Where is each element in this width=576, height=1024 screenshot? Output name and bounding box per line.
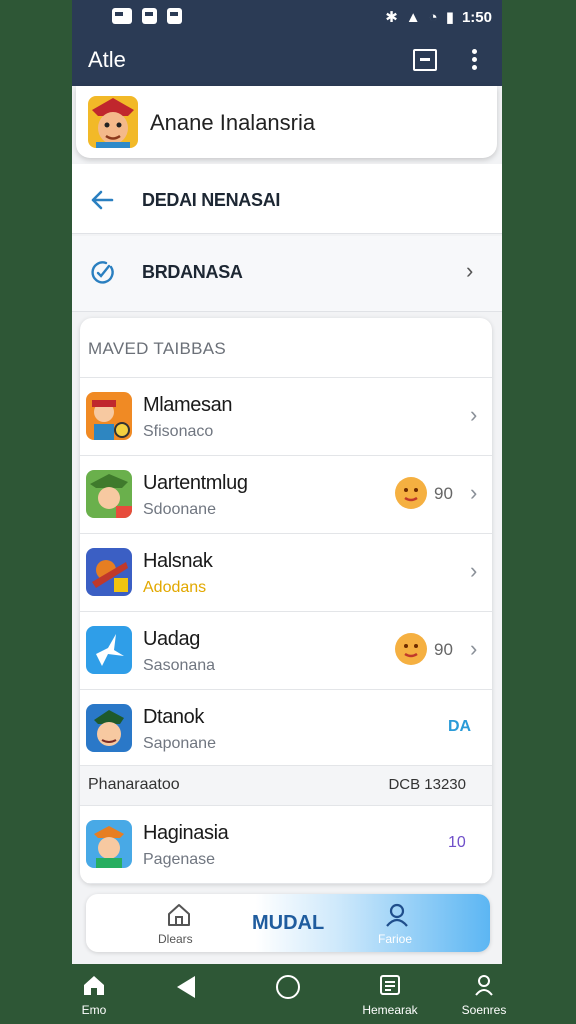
item-subtitle: Sdoonane — [143, 501, 216, 518]
list-item[interactable]: Mlamesan Sfisonaco › — [80, 378, 492, 456]
alarm-icon — [142, 8, 157, 24]
chevron-right-icon: › — [466, 258, 474, 283]
avatar — [88, 96, 138, 148]
item-title: Mlamesan — [143, 394, 233, 416]
list-item[interactable]: Haginasia Pagenase 10 — [80, 806, 492, 884]
smiley-icon — [395, 477, 427, 509]
phone-screen: ✱ ▲ ◔ ▮ 1:50 Atle Anane Inalansria DEDAI… — [72, 0, 502, 964]
item-subtitle: Sasonana — [143, 657, 216, 674]
item-count: 90 — [434, 640, 453, 659]
menu-item-back[interactable]: DEDAI NENASAI — [72, 164, 502, 234]
menu-item-status[interactable]: BRDANASA › — [72, 236, 502, 312]
circle-home-icon — [276, 975, 300, 999]
more-options-icon[interactable] — [472, 49, 478, 73]
notification-icon — [167, 8, 182, 24]
menu-item-label: DEDAI NENASAI — [142, 190, 281, 210]
item-subtitle: Pagenase — [143, 851, 216, 868]
item-title: Dtanok — [143, 706, 204, 728]
nav-home-label: Emo — [81, 1003, 107, 1017]
home-outline-icon[interactable] — [166, 902, 192, 928]
card-header: MAVED TAIBBAS — [80, 318, 492, 378]
section-title: Phanaraatoo — [88, 776, 180, 793]
item-subtitle: Adodans — [143, 579, 207, 596]
chevron-right-icon: › — [470, 402, 478, 427]
app-bar: Atle — [72, 34, 502, 86]
app-thumbnail — [86, 548, 132, 596]
chevron-right-icon: › — [470, 480, 478, 505]
item-count: 90 — [434, 484, 453, 503]
item-title: Haginasia — [143, 822, 229, 844]
bluetooth-icon: ✱ — [385, 9, 398, 26]
app-thumbnail — [86, 626, 132, 674]
nav-search-label: Soenres — [461, 1003, 507, 1017]
item-tag: DA — [448, 718, 472, 735]
app-thumbnail — [86, 704, 132, 752]
message-icon[interactable] — [413, 49, 437, 71]
check-circle-icon — [91, 261, 114, 284]
item-tag: 10 — [448, 834, 466, 851]
chevron-right-icon: › — [470, 558, 478, 583]
card-title: MAVED TAIBBAS — [88, 339, 227, 358]
list-item[interactable]: Uadag Sasonana 90 › — [80, 612, 492, 690]
item-title: Uadag — [143, 628, 200, 650]
list-item[interactable]: Uartentmlug Sdoonane 90 › — [80, 456, 492, 534]
app-thumbnail — [86, 820, 132, 868]
nav-home[interactable]: Emo — [74, 974, 114, 1017]
user-icon[interactable] — [384, 902, 410, 928]
dock-center-button[interactable]: MUDAL — [252, 912, 324, 935]
sim-icon — [112, 8, 132, 24]
list-card: MAVED TAIBBAS Mlamesan Sfisonaco › Uarte… — [80, 318, 492, 884]
list-item[interactable]: Halsnak Adodans › — [80, 534, 492, 612]
person-icon — [475, 975, 493, 996]
app-thumbnail — [86, 392, 132, 440]
back-arrow-icon — [91, 190, 114, 210]
app-title: Atle — [88, 47, 126, 72]
item-subtitle: Sfisonaco — [143, 423, 214, 440]
status-time: 1:50 — [461, 8, 492, 26]
dock-home-label: Dlears — [158, 932, 193, 946]
menu-item-label: BRDANASA — [142, 262, 243, 282]
system-nav-bar: Emo Hemearak Soenres — [0, 964, 576, 1024]
item-title: Halsnak — [143, 550, 213, 572]
nav-search[interactable]: Soenres — [456, 974, 512, 1017]
smiley-icon — [395, 633, 427, 665]
battery-icon: ▮ — [445, 9, 454, 26]
profile-card[interactable]: Anane Inalansria — [76, 86, 497, 158]
signal-icon: ▲ — [405, 8, 421, 26]
back-triangle-icon — [177, 976, 195, 998]
wifi-icon: ◔ — [428, 8, 438, 26]
section-value: DCB 13230 — [388, 776, 466, 793]
section-header: Phanaraatoo DCB 13230 — [80, 766, 492, 806]
dock-user-label: Farioe — [378, 932, 413, 946]
home-icon — [84, 976, 104, 995]
chevron-right-icon: › — [470, 636, 478, 661]
nav-overview[interactable] — [274, 974, 302, 1005]
item-subtitle: Saponane — [143, 735, 216, 752]
status-bar: ✱ ▲ ◔ ▮ 1:50 — [72, 0, 502, 34]
nav-recents[interactable]: Hemearak — [358, 974, 422, 1017]
nav-recents-label: Hemearak — [362, 1003, 418, 1017]
item-title: Uartentmlug — [143, 472, 248, 494]
bottom-dock: Dlears MUDAL Farioe — [86, 894, 490, 952]
profile-name: Anane Inalansria — [150, 110, 316, 135]
list-item[interactable]: Dtanok Saponane DA — [80, 690, 492, 766]
nav-back[interactable] — [174, 974, 198, 1005]
app-thumbnail — [86, 470, 132, 518]
document-icon — [380, 975, 400, 995]
